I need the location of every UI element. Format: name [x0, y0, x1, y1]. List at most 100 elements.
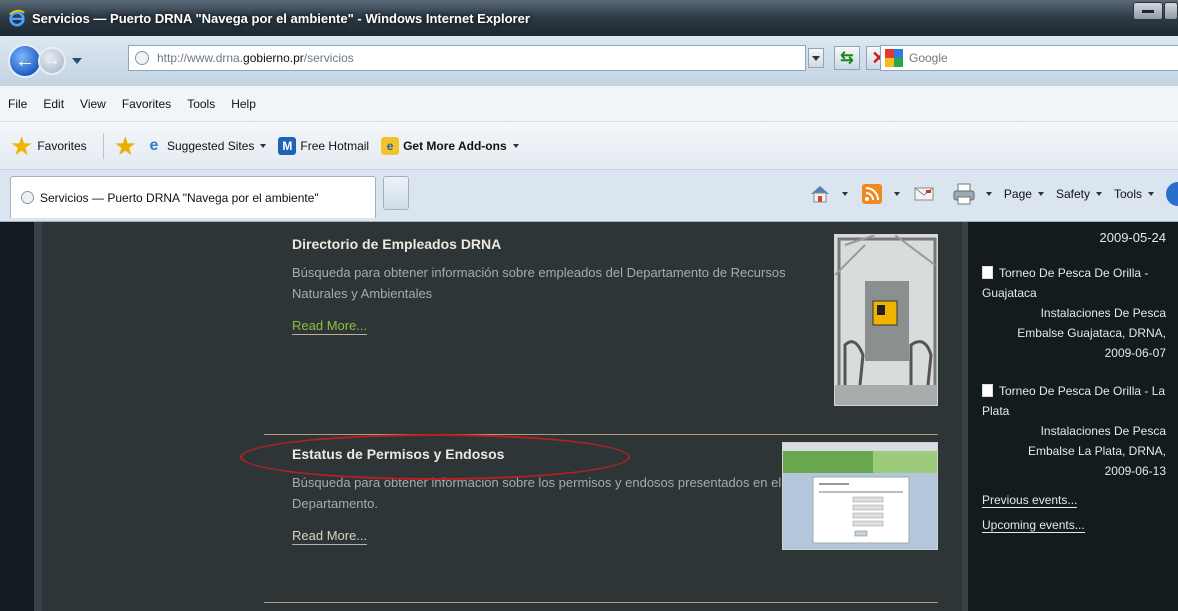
event-date: 2009-05-24: [1099, 230, 1167, 245]
search-input[interactable]: Google: [880, 45, 1178, 71]
page-menu-label: Page: [1003, 187, 1032, 201]
url-domain: drna.: [215, 51, 244, 65]
menu-help[interactable]: Help: [231, 97, 256, 111]
toolbar-separator: [102, 132, 104, 159]
refresh-button[interactable]: ⇆: [834, 46, 860, 70]
url-host: gobierno.pr: [243, 51, 304, 65]
free-hotmail-link[interactable]: M Free Hotmail: [278, 136, 370, 155]
url-scheme: http://www.: [157, 51, 216, 65]
event-title-link[interactable]: Torneo De Pesca De Orilla - Guajataca: [982, 266, 1148, 300]
address-dropdown-button[interactable]: [808, 48, 824, 68]
tab-row: Servicios — Puerto DRNA "Navega por el a…: [0, 170, 1178, 222]
window-title-bar[interactable]: Servicios — Puerto DRNA "Navega por el a…: [0, 0, 1178, 36]
permits-screenshot-image: [782, 442, 938, 550]
event-item: Torneo De Pesca De Orilla - La Plata Ins…: [982, 381, 1166, 481]
chevron-down-icon: [841, 192, 848, 196]
event-title-link[interactable]: Torneo De Pesca De Orilla - La Plata: [982, 384, 1165, 418]
favorites-bar: ★ Favorites ★ e Suggested Sites M Free H…: [0, 122, 1178, 170]
tab-servicios[interactable]: Servicios — Puerto DRNA "Navega por el a…: [10, 176, 376, 218]
chevron-down-icon: [260, 143, 267, 148]
events-sidebar: 2009-05-24 Torneo De Pesca De Orilla - G…: [962, 222, 1178, 611]
article-title[interactable]: Directorio de Empleados DRNA: [292, 236, 832, 252]
menu-favorites[interactable]: Favorites: [122, 97, 171, 111]
suggested-sites-label: Suggested Sites: [166, 138, 255, 153]
search-placeholder: Google: [909, 51, 948, 65]
back-arrow-icon: ←: [15, 49, 35, 72]
tools-menu-label: Tools: [1113, 187, 1142, 201]
window-title: Servicios — Puerto DRNA "Navega por el a…: [32, 10, 530, 26]
minimize-button[interactable]: [1133, 2, 1163, 20]
hotmail-icon: M: [278, 136, 297, 155]
mail-icon: [912, 183, 936, 205]
event-date: 2009-06-07: [1104, 346, 1166, 360]
left-background: [0, 222, 34, 611]
command-bar: Page Safety Tools: [808, 182, 1178, 206]
rss-feed-icon: [860, 183, 884, 205]
help-button[interactable]: [1166, 182, 1178, 206]
article-directorio: Directorio de Empleados DRNA Búsqueda pa…: [292, 236, 832, 335]
chevron-down-icon: [893, 192, 900, 196]
event-location: Instalaciones De Pesca: [1040, 424, 1166, 438]
menu-view[interactable]: View: [80, 97, 106, 111]
article-description: Búsqueda para obtener información sobre …: [292, 265, 786, 301]
page-globe-icon: [21, 191, 34, 204]
forward-button[interactable]: →: [38, 47, 66, 75]
event-date: 2009-06-13: [1104, 464, 1166, 478]
upcoming-events-link[interactable]: Upcoming events...: [982, 518, 1085, 533]
read-more-link[interactable]: Read More...: [292, 528, 368, 545]
menu-bar: File Edit View Favorites Tools Help: [0, 86, 1178, 122]
feeds-button[interactable]: [860, 183, 900, 205]
menu-tools[interactable]: Tools: [187, 97, 215, 111]
event-item: Torneo De Pesca De Orilla - Guajataca In…: [982, 263, 1166, 363]
page-viewport[interactable]: Directorio de Empleados DRNA Búsqueda pa…: [0, 222, 1178, 611]
get-more-addons-label: Get More Add-ons: [403, 138, 507, 153]
page-menu-button[interactable]: Page: [1004, 187, 1044, 201]
ie-addon-icon: e: [381, 136, 400, 155]
favorites-star-icon[interactable]: ★: [10, 133, 33, 159]
menu-file[interactable]: File: [8, 97, 27, 111]
maximize-button[interactable]: [1164, 2, 1178, 20]
calendar-icon: [982, 384, 993, 397]
get-more-addons-link[interactable]: e Get More Add-ons: [381, 136, 519, 155]
safety-menu-label: Safety: [1055, 187, 1090, 201]
left-border: [34, 222, 42, 611]
phone-booth-image: [834, 234, 938, 406]
free-hotmail-label: Free Hotmail: [300, 138, 370, 153]
chevron-down-icon: [1037, 192, 1044, 196]
home-icon: [808, 183, 832, 205]
favorites-button[interactable]: Favorites: [37, 139, 86, 153]
navigation-bar: ← → http://www. drna. gobierno.pr/servicio…: [0, 36, 1178, 86]
help-icon: [1166, 182, 1178, 206]
new-tab-button[interactable]: [383, 176, 409, 210]
page-globe-icon: [135, 51, 149, 65]
menu-edit[interactable]: Edit: [43, 97, 64, 111]
forward-arrow-icon: →: [44, 52, 60, 69]
chevron-down-icon: [812, 55, 820, 61]
internet-explorer-icon: [9, 9, 25, 27]
home-button[interactable]: [808, 183, 848, 205]
suggested-sites-link[interactable]: e Suggested Sites: [145, 136, 267, 155]
chevron-down-icon: [985, 192, 992, 196]
address-bar[interactable]: http://www. drna. gobierno.pr/servicios: [128, 45, 806, 71]
event-location: Instalaciones De Pesca: [1040, 306, 1166, 320]
add-to-favorites-icon[interactable]: ★: [114, 133, 137, 159]
back-button[interactable]: ←: [8, 44, 42, 78]
history-dropdown-icon[interactable]: [72, 58, 82, 64]
window-controls: [1132, 2, 1178, 20]
tools-menu-button[interactable]: Tools: [1114, 187, 1154, 201]
previous-events-link[interactable]: Previous events...: [982, 493, 1078, 508]
refresh-icon: ⇆: [840, 50, 854, 67]
print-button[interactable]: [952, 183, 992, 205]
tab-label: Servicios — Puerto DRNA "Navega por el a…: [40, 190, 319, 205]
ie-site-icon: e: [149, 136, 159, 154]
article-divider: [264, 602, 938, 603]
read-more-link[interactable]: Read More...: [292, 318, 368, 335]
highlight-annotation: [240, 434, 630, 480]
google-icon: [885, 49, 903, 67]
safety-menu-button[interactable]: Safety: [1056, 187, 1102, 201]
event-place: Embalse Guajataca, DRNA,: [1017, 326, 1166, 340]
event-place: Embalse La Plata, DRNA,: [1027, 444, 1166, 458]
calendar-icon: [982, 266, 993, 279]
printer-icon: [952, 183, 976, 205]
read-mail-button[interactable]: [912, 183, 940, 205]
